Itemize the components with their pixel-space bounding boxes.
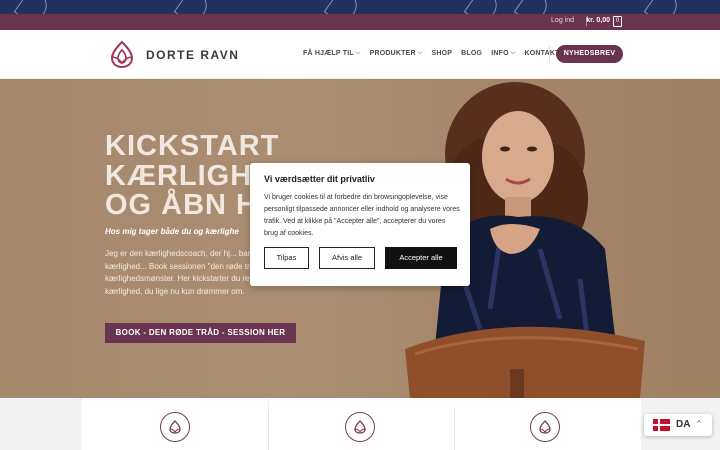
reject-all-button[interactable]: Afvis alle [319, 247, 375, 269]
accept-all-button[interactable]: Accepter alle [385, 247, 457, 269]
lotus-icon [345, 412, 375, 442]
nav-item-products[interactable]: PRODUKTER ⌵ [370, 50, 423, 57]
chevron-down-icon: ⌵ [510, 50, 516, 56]
language-switcher[interactable]: DA ^ [644, 414, 712, 436]
cart-total-link[interactable]: kr. 0,00 [586, 17, 610, 24]
nav-divider [549, 46, 550, 62]
feature-card [269, 398, 455, 450]
leaf-pattern-icon [463, 0, 503, 14]
login-link[interactable]: Log ind [551, 17, 574, 24]
nav-label: KONTAKT [524, 50, 560, 57]
site-header: DORTE RAVN FÅ HJÆLP TIL ⌵ PRODUKTER ⌵ SHOP… [0, 30, 720, 79]
cookie-dialog-title: Vi værdsætter dit privatliv [264, 174, 375, 184]
nav-item-shop[interactable]: SHOP [432, 50, 453, 57]
feature-row [0, 398, 720, 450]
book-session-button[interactable]: BOOK - DEN RØDE TRÅD - SESSION HER [105, 323, 296, 343]
leaf-pattern-icon [643, 0, 683, 14]
nav-label: FÅ HJÆLP TIL [303, 50, 354, 57]
nav-item-blog[interactable]: BLOG [461, 50, 482, 57]
cart-icon[interactable]: 0 [613, 16, 622, 27]
nav-item-help[interactable]: FÅ HJÆLP TIL ⌵ [303, 50, 361, 57]
nav-label: INFO [491, 50, 509, 57]
hero-title-line-1: KICKSTART [105, 130, 280, 162]
leaf-pattern-icon [173, 0, 213, 14]
nav-label: SHOP [431, 50, 453, 57]
hero-subtitle: Hos mig tager både du og kærlighe [105, 227, 239, 236]
customize-cookies-button[interactable]: Tilpas [264, 247, 309, 269]
main-nav: FÅ HJÆLP TIL ⌵ PRODUKTER ⌵ SHOP BLOG INFO ⌵… [303, 50, 560, 57]
logo-text[interactable]: DORTE RAVN [146, 48, 239, 62]
chevron-down-icon: ⌵ [417, 50, 423, 56]
decorative-top-strip [0, 0, 720, 14]
feature-card [455, 398, 641, 450]
nav-item-info[interactable]: INFO ⌵ [491, 50, 515, 57]
feature-card [82, 398, 268, 450]
leaf-pattern-icon [13, 0, 53, 14]
leaf-pattern-icon [513, 0, 553, 14]
language-code: DA [676, 419, 691, 430]
lotus-logo-icon[interactable] [108, 39, 136, 69]
chevron-down-icon: ⌵ [355, 50, 361, 56]
lotus-icon [160, 412, 190, 442]
nav-item-contact[interactable]: KONTAKT [524, 50, 559, 57]
lotus-icon [530, 412, 560, 442]
cookie-consent-dialog: Vi værdsætter dit privatliv Vi bruger co… [250, 163, 470, 286]
nav-label: PRODUKTER [369, 50, 416, 57]
danish-flag-icon [653, 419, 670, 431]
chevron-up-icon: ^ [697, 419, 701, 428]
newsletter-button[interactable]: NYHEDSBREV [556, 45, 623, 63]
leaf-pattern-icon [323, 0, 363, 14]
utility-bar: Log ind kr. 0,00 0 [0, 14, 720, 30]
cookie-dialog-text: Vi bruger cookies til at forbedre din br… [264, 194, 460, 237]
nav-label: BLOG [461, 50, 483, 57]
